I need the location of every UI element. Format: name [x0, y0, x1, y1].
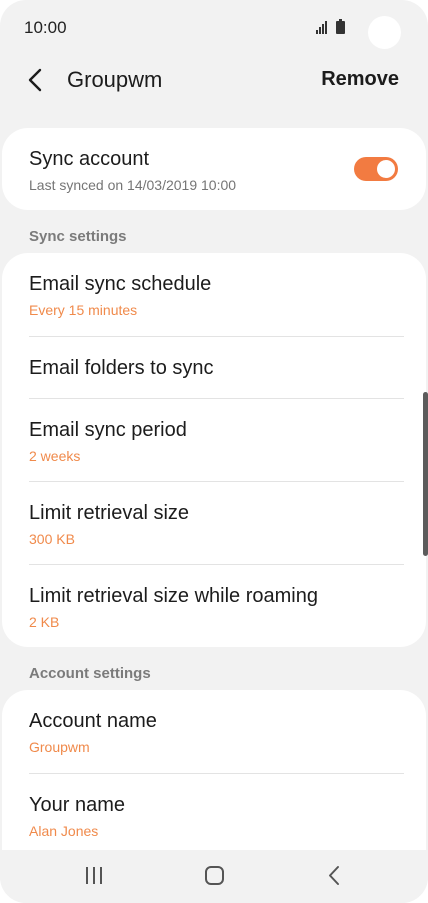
sync-account-row[interactable]: Sync account Last synced on 14/03/2019 1… [2, 128, 426, 210]
sync-account-card: Sync account Last synced on 14/03/2019 1… [2, 128, 426, 210]
sync-settings-card: Email sync schedule Every 15 minutes Ema… [2, 253, 426, 647]
row-title: Limit retrieval size [29, 502, 190, 524]
battery-icon [336, 19, 345, 34]
last-synced-text: Last synced on 14/03/2019 10:00 [29, 177, 237, 193]
limit-retrieval-roaming-row[interactable]: Limit retrieval size while roaming 2 KB [2, 565, 426, 647]
app-header: Groupwm Remove [0, 56, 428, 106]
camera-cutout [368, 16, 401, 49]
toggle-knob [375, 158, 397, 180]
your-name-row[interactable]: Your name Alan Jones [2, 774, 426, 850]
row-title: Email sync schedule [29, 273, 212, 295]
back-icon[interactable] [327, 865, 341, 886]
email-sync-schedule-row[interactable]: Email sync schedule Every 15 minutes [2, 253, 426, 336]
chevron-left-icon[interactable] [22, 66, 50, 94]
sync-settings-label: Sync settings [29, 228, 127, 245]
scrollbar-thumb[interactable] [423, 392, 428, 556]
row-value: 2 KB [29, 614, 60, 630]
account-settings-card: Account name Groupwm Your name Alan Jone… [2, 690, 426, 850]
remove-button[interactable]: Remove [321, 68, 399, 91]
recent-apps-icon[interactable] [86, 867, 104, 884]
row-title: Email folders to sync [29, 357, 214, 379]
row-title: Email sync period [29, 419, 187, 441]
email-sync-period-row[interactable]: Email sync period 2 weeks [2, 399, 426, 481]
account-name-row[interactable]: Account name Groupwm [2, 690, 426, 773]
navigation-bar [0, 850, 428, 903]
account-settings-label: Account settings [29, 665, 151, 682]
row-title: Your name [29, 794, 125, 816]
row-value: 300 KB [29, 531, 75, 547]
home-icon[interactable] [205, 866, 224, 885]
row-value: 2 weeks [29, 448, 81, 464]
row-title: Account name [29, 710, 157, 732]
signal-icon [316, 21, 330, 34]
row-value: Every 15 minutes [29, 302, 138, 318]
row-value: Alan Jones [29, 823, 99, 839]
row-value: Groupwm [29, 739, 90, 755]
sync-account-title: Sync account [29, 148, 150, 170]
phone-screen: 10:00 Groupwm Remove Sync account Last s… [0, 0, 428, 903]
page-title: Groupwm [67, 67, 163, 92]
status-bar: 10:00 [0, 0, 428, 56]
sync-account-toggle[interactable] [354, 157, 398, 181]
status-time: 10:00 [24, 18, 67, 37]
limit-retrieval-size-row[interactable]: Limit retrieval size 300 KB [2, 482, 426, 564]
email-folders-to-sync-row[interactable]: Email folders to sync [2, 337, 426, 399]
row-title: Limit retrieval size while roaming [29, 585, 318, 607]
